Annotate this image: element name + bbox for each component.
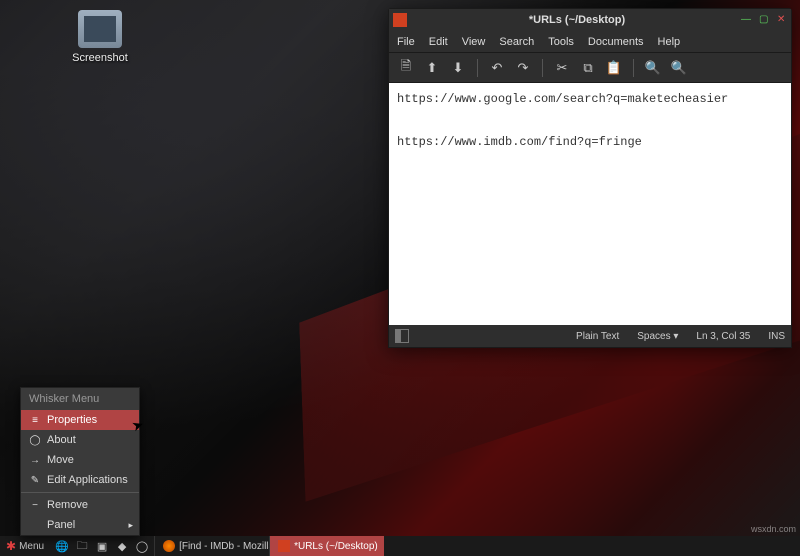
launcher-files[interactable]: 🗀 xyxy=(74,538,90,554)
context-menu-item-label: Move xyxy=(47,454,74,466)
context-menu-item-label: Edit Applications xyxy=(47,474,128,486)
context-menu-item-label: Panel xyxy=(47,519,75,531)
undo-button[interactable]: ↶ xyxy=(486,57,508,79)
context-menu-edit-applications[interactable]: ✎ Edit Applications xyxy=(21,470,139,490)
paste-button[interactable]: 📋 xyxy=(603,57,625,79)
minimize-button[interactable]: — xyxy=(741,15,751,25)
menu-search[interactable]: Search xyxy=(499,36,534,48)
editor-icon xyxy=(278,540,290,552)
editor-toolbar: 🗎 ⬆ ⬇ ↶ ↷ ✂ ⧉ 📋 🔍 🔍 xyxy=(389,53,791,83)
about-icon: ◯ xyxy=(29,435,41,446)
desktop-icon-screenshot[interactable]: Screenshot xyxy=(60,10,140,64)
launcher-terminal[interactable]: ▣ xyxy=(94,538,110,554)
menu-help[interactable]: Help xyxy=(658,36,681,48)
screenshot-icon xyxy=(78,10,122,48)
status-cursor-position: Ln 3, Col 35 xyxy=(696,331,750,342)
context-menu-panel[interactable]: Panel ▸ xyxy=(21,515,139,535)
toolbar-separator xyxy=(633,59,634,77)
menu-file[interactable]: File xyxy=(397,36,415,48)
context-menu-header: Whisker Menu xyxy=(21,388,139,410)
status-insert-mode: INS xyxy=(768,331,785,342)
context-menu-about[interactable]: ◯ About xyxy=(21,430,139,450)
watermark: wsxdn.com xyxy=(751,524,796,534)
start-menu-button[interactable]: ✱ Menu xyxy=(0,536,50,556)
context-menu-remove[interactable]: − Remove xyxy=(21,495,139,515)
start-menu-label: Menu xyxy=(19,541,44,552)
editor-statusbar: Plain Text Spaces ▾ Ln 3, Col 35 INS xyxy=(389,325,791,347)
editor-menubar: File Edit View Search Tools Documents He… xyxy=(389,31,791,53)
editor-window-title: *URLs (~/Desktop) xyxy=(413,14,741,26)
maximize-button[interactable]: ▢ xyxy=(759,15,769,25)
menu-separator xyxy=(21,492,139,493)
toolbar-separator xyxy=(477,59,478,77)
menu-logo-icon: ✱ xyxy=(6,539,16,553)
context-menu-item-label: Remove xyxy=(47,499,88,511)
copy-button[interactable]: ⧉ xyxy=(577,57,599,79)
taskbar-task-firefox[interactable]: [Find - IMDb - Mozilla F... xyxy=(154,536,269,556)
editor-text-area[interactable]: https://www.google.com/search?q=maketech… xyxy=(389,83,791,325)
new-file-button[interactable]: 🗎 xyxy=(395,57,417,79)
cut-button[interactable]: ✂ xyxy=(551,57,573,79)
taskbar-task-editor[interactable]: *URLs (~/Desktop) xyxy=(269,536,384,556)
editor-app-icon xyxy=(393,13,407,27)
taskbar-task-label: *URLs (~/Desktop) xyxy=(294,541,378,552)
remove-icon: − xyxy=(29,500,41,511)
menu-tools[interactable]: Tools xyxy=(548,36,574,48)
status-syntax[interactable]: Plain Text xyxy=(576,331,619,342)
move-icon: → xyxy=(29,455,41,466)
firefox-icon xyxy=(163,540,175,552)
close-button[interactable]: ✕ xyxy=(777,15,787,25)
editor-window: *URLs (~/Desktop) — ▢ ✕ File Edit View S… xyxy=(388,8,792,348)
taskbar-task-label: [Find - IMDb - Mozilla F... xyxy=(179,541,269,552)
save-file-button[interactable]: ⬇ xyxy=(447,57,469,79)
context-menu-item-label: About xyxy=(47,434,76,446)
list-icon: ≡ xyxy=(29,415,41,426)
launcher-app5[interactable]: ◯ xyxy=(134,538,150,554)
replace-button[interactable]: 🔍 xyxy=(668,57,690,79)
edit-icon: ✎ xyxy=(29,475,41,486)
whisker-context-menu: Whisker Menu ≡ Properties ◯ About → Move… xyxy=(20,387,140,536)
open-file-button[interactable]: ⬆ xyxy=(421,57,443,79)
launcher-firefox[interactable]: 🌐 xyxy=(54,538,70,554)
context-menu-properties[interactable]: ≡ Properties xyxy=(21,410,139,430)
submenu-arrow-icon: ▸ xyxy=(128,520,133,531)
toolbar-separator xyxy=(542,59,543,77)
context-menu-move[interactable]: → Move xyxy=(21,450,139,470)
redo-button[interactable]: ↷ xyxy=(512,57,534,79)
menu-edit[interactable]: Edit xyxy=(429,36,448,48)
launcher-app4[interactable]: ◆ xyxy=(114,538,130,554)
status-indent[interactable]: Spaces ▾ xyxy=(637,331,678,342)
context-menu-item-label: Properties xyxy=(47,414,97,426)
editor-titlebar[interactable]: *URLs (~/Desktop) — ▢ ✕ xyxy=(389,9,791,31)
taskbar: ✱ Menu 🌐 🗀 ▣ ◆ ◯ [Find - IMDb - Mozilla … xyxy=(0,536,800,556)
quick-launch: 🌐 🗀 ▣ ◆ ◯ xyxy=(50,538,154,554)
find-button[interactable]: 🔍 xyxy=(642,57,664,79)
side-panel-toggle[interactable] xyxy=(395,329,409,343)
desktop-icon-label: Screenshot xyxy=(60,52,140,64)
menu-view[interactable]: View xyxy=(462,36,486,48)
menu-documents[interactable]: Documents xyxy=(588,36,644,48)
